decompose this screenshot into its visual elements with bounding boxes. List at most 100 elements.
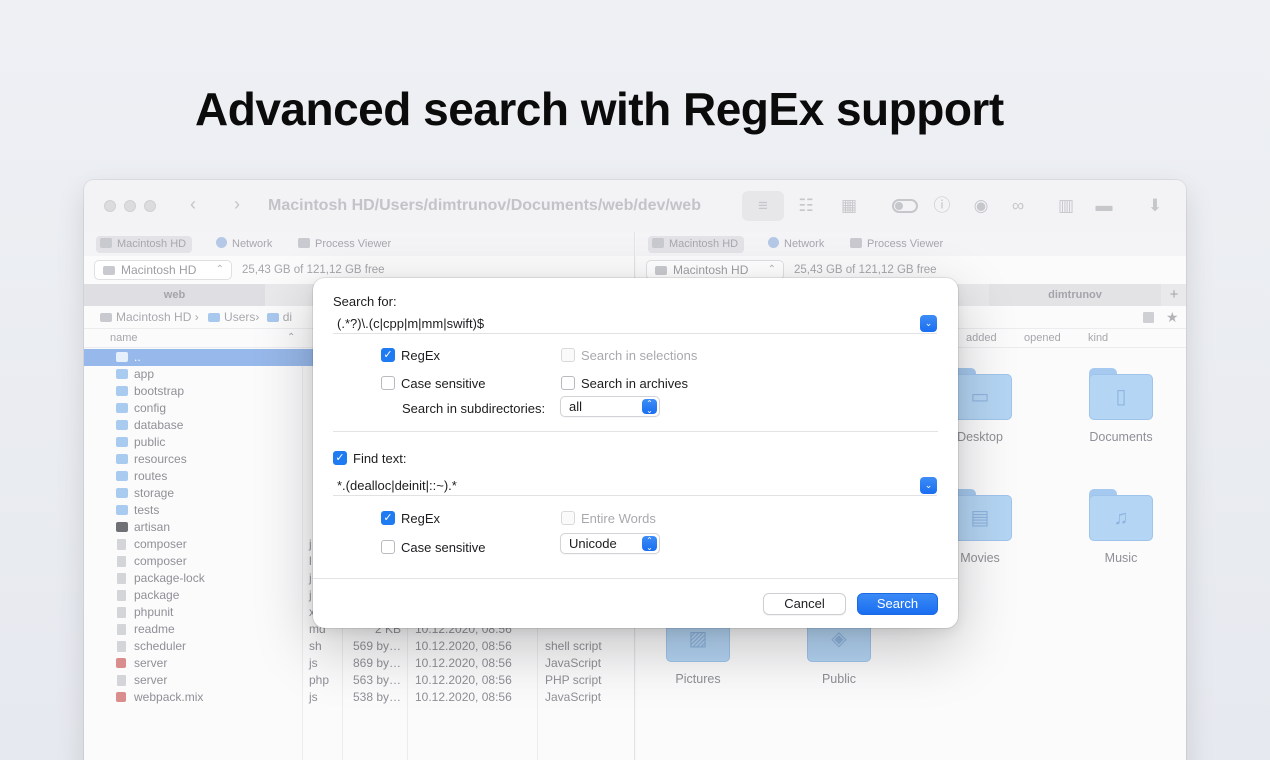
- search-button[interactable]: Search: [857, 593, 938, 615]
- favorite-process-viewer[interactable]: Process Viewer: [846, 236, 949, 253]
- regex-text-label: RegEx: [401, 511, 441, 526]
- regex-label: RegEx: [401, 348, 441, 363]
- hidden-files-toggle[interactable]: [892, 199, 918, 213]
- file-ext: php: [309, 673, 330, 687]
- search-in-archives-checkbox[interactable]: [561, 376, 575, 390]
- file-size: 563 by…: [352, 673, 401, 687]
- folder-icon: [116, 471, 128, 481]
- file-size: 538 by…: [352, 690, 401, 704]
- favorite-network[interactable]: Network: [212, 236, 278, 253]
- download-icon[interactable]: ⬇: [1144, 195, 1166, 217]
- file-icon: [117, 573, 126, 584]
- case-sensitive-checkbox[interactable]: [381, 376, 395, 390]
- close-window-button[interactable]: [104, 200, 116, 212]
- table-row[interactable]: webpack.mix js 538 by… 10.12.2020, 08:56 Jav…: [84, 689, 634, 706]
- table-row[interactable]: server js 869 by… 10.12.2020, 08:56 JavaScri…: [84, 655, 634, 672]
- free-space: 25,43 GB of 121,12 GB free: [242, 264, 385, 276]
- column-opened[interactable]: opened: [1024, 329, 1061, 347]
- chevron-down-icon[interactable]: ⌄: [920, 477, 937, 494]
- table-row[interactable]: scheduler sh 569 by… 10.12.2020, 08:56 shell…: [84, 638, 634, 655]
- file-name: server: [134, 673, 168, 687]
- encoding-select[interactable]: Unicode ⌃ ⌄: [560, 533, 660, 554]
- search-in-archives-label: Search in archives: [581, 376, 688, 391]
- square-icon[interactable]: [1143, 312, 1154, 323]
- case-sensitive-text-checkbox[interactable]: [381, 540, 395, 554]
- grid-item-documents[interactable]: ▯ Documents: [1061, 368, 1181, 444]
- file-ext: j: [309, 571, 312, 585]
- list-view-icon[interactable]: ≡: [752, 195, 774, 217]
- find-text-input[interactable]: *.(dealloc|deinit|::~).*: [337, 478, 457, 493]
- file-name: composer: [134, 537, 187, 551]
- search-for-combobox[interactable]: (.*?)\.(c|cpp|m|mm|swift)$ ⌄: [333, 314, 937, 334]
- regex-checkbox[interactable]: ✓: [381, 348, 395, 362]
- favorites-bar: Macintosh HD Network Process Viewer: [636, 232, 1186, 256]
- favorite-network[interactable]: Network: [764, 236, 830, 253]
- regex-text-checkbox[interactable]: ✓: [381, 511, 395, 525]
- grid-item-music[interactable]: ♫ Music: [1061, 489, 1181, 565]
- search-in-selections-checkbox[interactable]: [561, 348, 575, 362]
- globe-icon: [216, 237, 227, 248]
- footer-divider: [313, 578, 958, 579]
- file-name: readme: [134, 622, 175, 636]
- column-name[interactable]: name: [110, 329, 138, 347]
- executable-icon: [116, 522, 128, 532]
- detail-view-icon[interactable]: ☷: [795, 195, 817, 217]
- search-for-input[interactable]: (.*?)\.(c|cpp|m|mm|swift)$: [337, 316, 484, 331]
- file-icon: [117, 624, 126, 635]
- file-icon: [117, 641, 126, 652]
- column-kind[interactable]: kind: [1088, 329, 1108, 347]
- grid-view-icon[interactable]: ▦: [838, 195, 860, 217]
- find-text-checkbox[interactable]: ✓: [333, 451, 347, 465]
- breadcrumb-dimtrunov[interactable]: di: [283, 310, 292, 324]
- titlebar: ‹ › Macintosh HD/Users/dimtrunov/Documen…: [84, 180, 1186, 232]
- file-icon: [117, 590, 126, 601]
- table-row[interactable]: server php 563 by… 10.12.2020, 08:56 PHP scr…: [84, 672, 634, 689]
- file-ext: j: [309, 537, 312, 551]
- zoom-window-button[interactable]: [144, 200, 156, 212]
- favorite-macintosh-hd[interactable]: Macintosh HD: [96, 236, 193, 253]
- favorite-process-viewer[interactable]: Process Viewer: [294, 236, 397, 253]
- add-tab-button[interactable]: +: [1162, 284, 1186, 306]
- file-ext: j: [309, 588, 312, 602]
- file-date: 10.12.2020, 08:56: [415, 673, 512, 687]
- script-icon: [116, 692, 126, 702]
- find-text-combobox[interactable]: *.(dealloc|deinit|::~).* ⌄: [333, 476, 937, 496]
- file-name: database: [134, 418, 184, 432]
- drive-select[interactable]: Macintosh HD: [646, 260, 784, 280]
- breadcrumb-macintosh-hd[interactable]: Macintosh HD ›: [116, 310, 199, 324]
- drive-icon: [100, 238, 112, 248]
- column-added[interactable]: added: [966, 329, 997, 347]
- folder-icon: [116, 505, 128, 515]
- file-icon: [117, 539, 126, 550]
- back-arrow-icon[interactable]: ‹: [190, 194, 196, 215]
- file-icon: [117, 607, 126, 618]
- favorite-macintosh-hd[interactable]: Macintosh HD: [648, 236, 745, 253]
- divider: [333, 431, 938, 432]
- info-icon[interactable]: ⓘ: [931, 195, 953, 217]
- minimize-window-button[interactable]: [124, 200, 136, 212]
- file-ext: js: [309, 690, 318, 704]
- tab-web[interactable]: web: [84, 284, 265, 306]
- search-in-selections-label: Search in selections: [581, 348, 698, 363]
- preview-eye-icon[interactable]: ◉: [970, 195, 992, 217]
- search-for-label: Search for:: [333, 294, 397, 309]
- file-name: app: [134, 367, 155, 381]
- cancel-button[interactable]: Cancel: [763, 593, 846, 615]
- binoculars-icon[interactable]: ∞: [1007, 195, 1029, 217]
- folder-icon: [116, 386, 128, 396]
- drive-select[interactable]: Macintosh HD: [94, 260, 232, 280]
- folder-icon: [208, 313, 221, 322]
- breadcrumb-users[interactable]: Users›: [224, 310, 259, 324]
- forward-arrow-icon[interactable]: ›: [234, 194, 240, 215]
- star-icon[interactable]: ★: [1166, 306, 1179, 328]
- file-name: tests: [134, 503, 160, 517]
- subdirectories-select[interactable]: all ⌃ ⌄: [560, 396, 660, 417]
- chevron-down-icon[interactable]: ⌄: [920, 315, 937, 332]
- tab-dimtrunov[interactable]: dimtrunov: [989, 284, 1161, 306]
- file-icon: [117, 556, 126, 567]
- entire-words-checkbox[interactable]: [561, 511, 575, 525]
- network-share-icon[interactable]: ▬: [1093, 195, 1115, 217]
- find-text-label: Find text:: [353, 451, 407, 466]
- file-name: artisan: [134, 520, 171, 534]
- archive-icon[interactable]: ▥: [1055, 195, 1077, 217]
